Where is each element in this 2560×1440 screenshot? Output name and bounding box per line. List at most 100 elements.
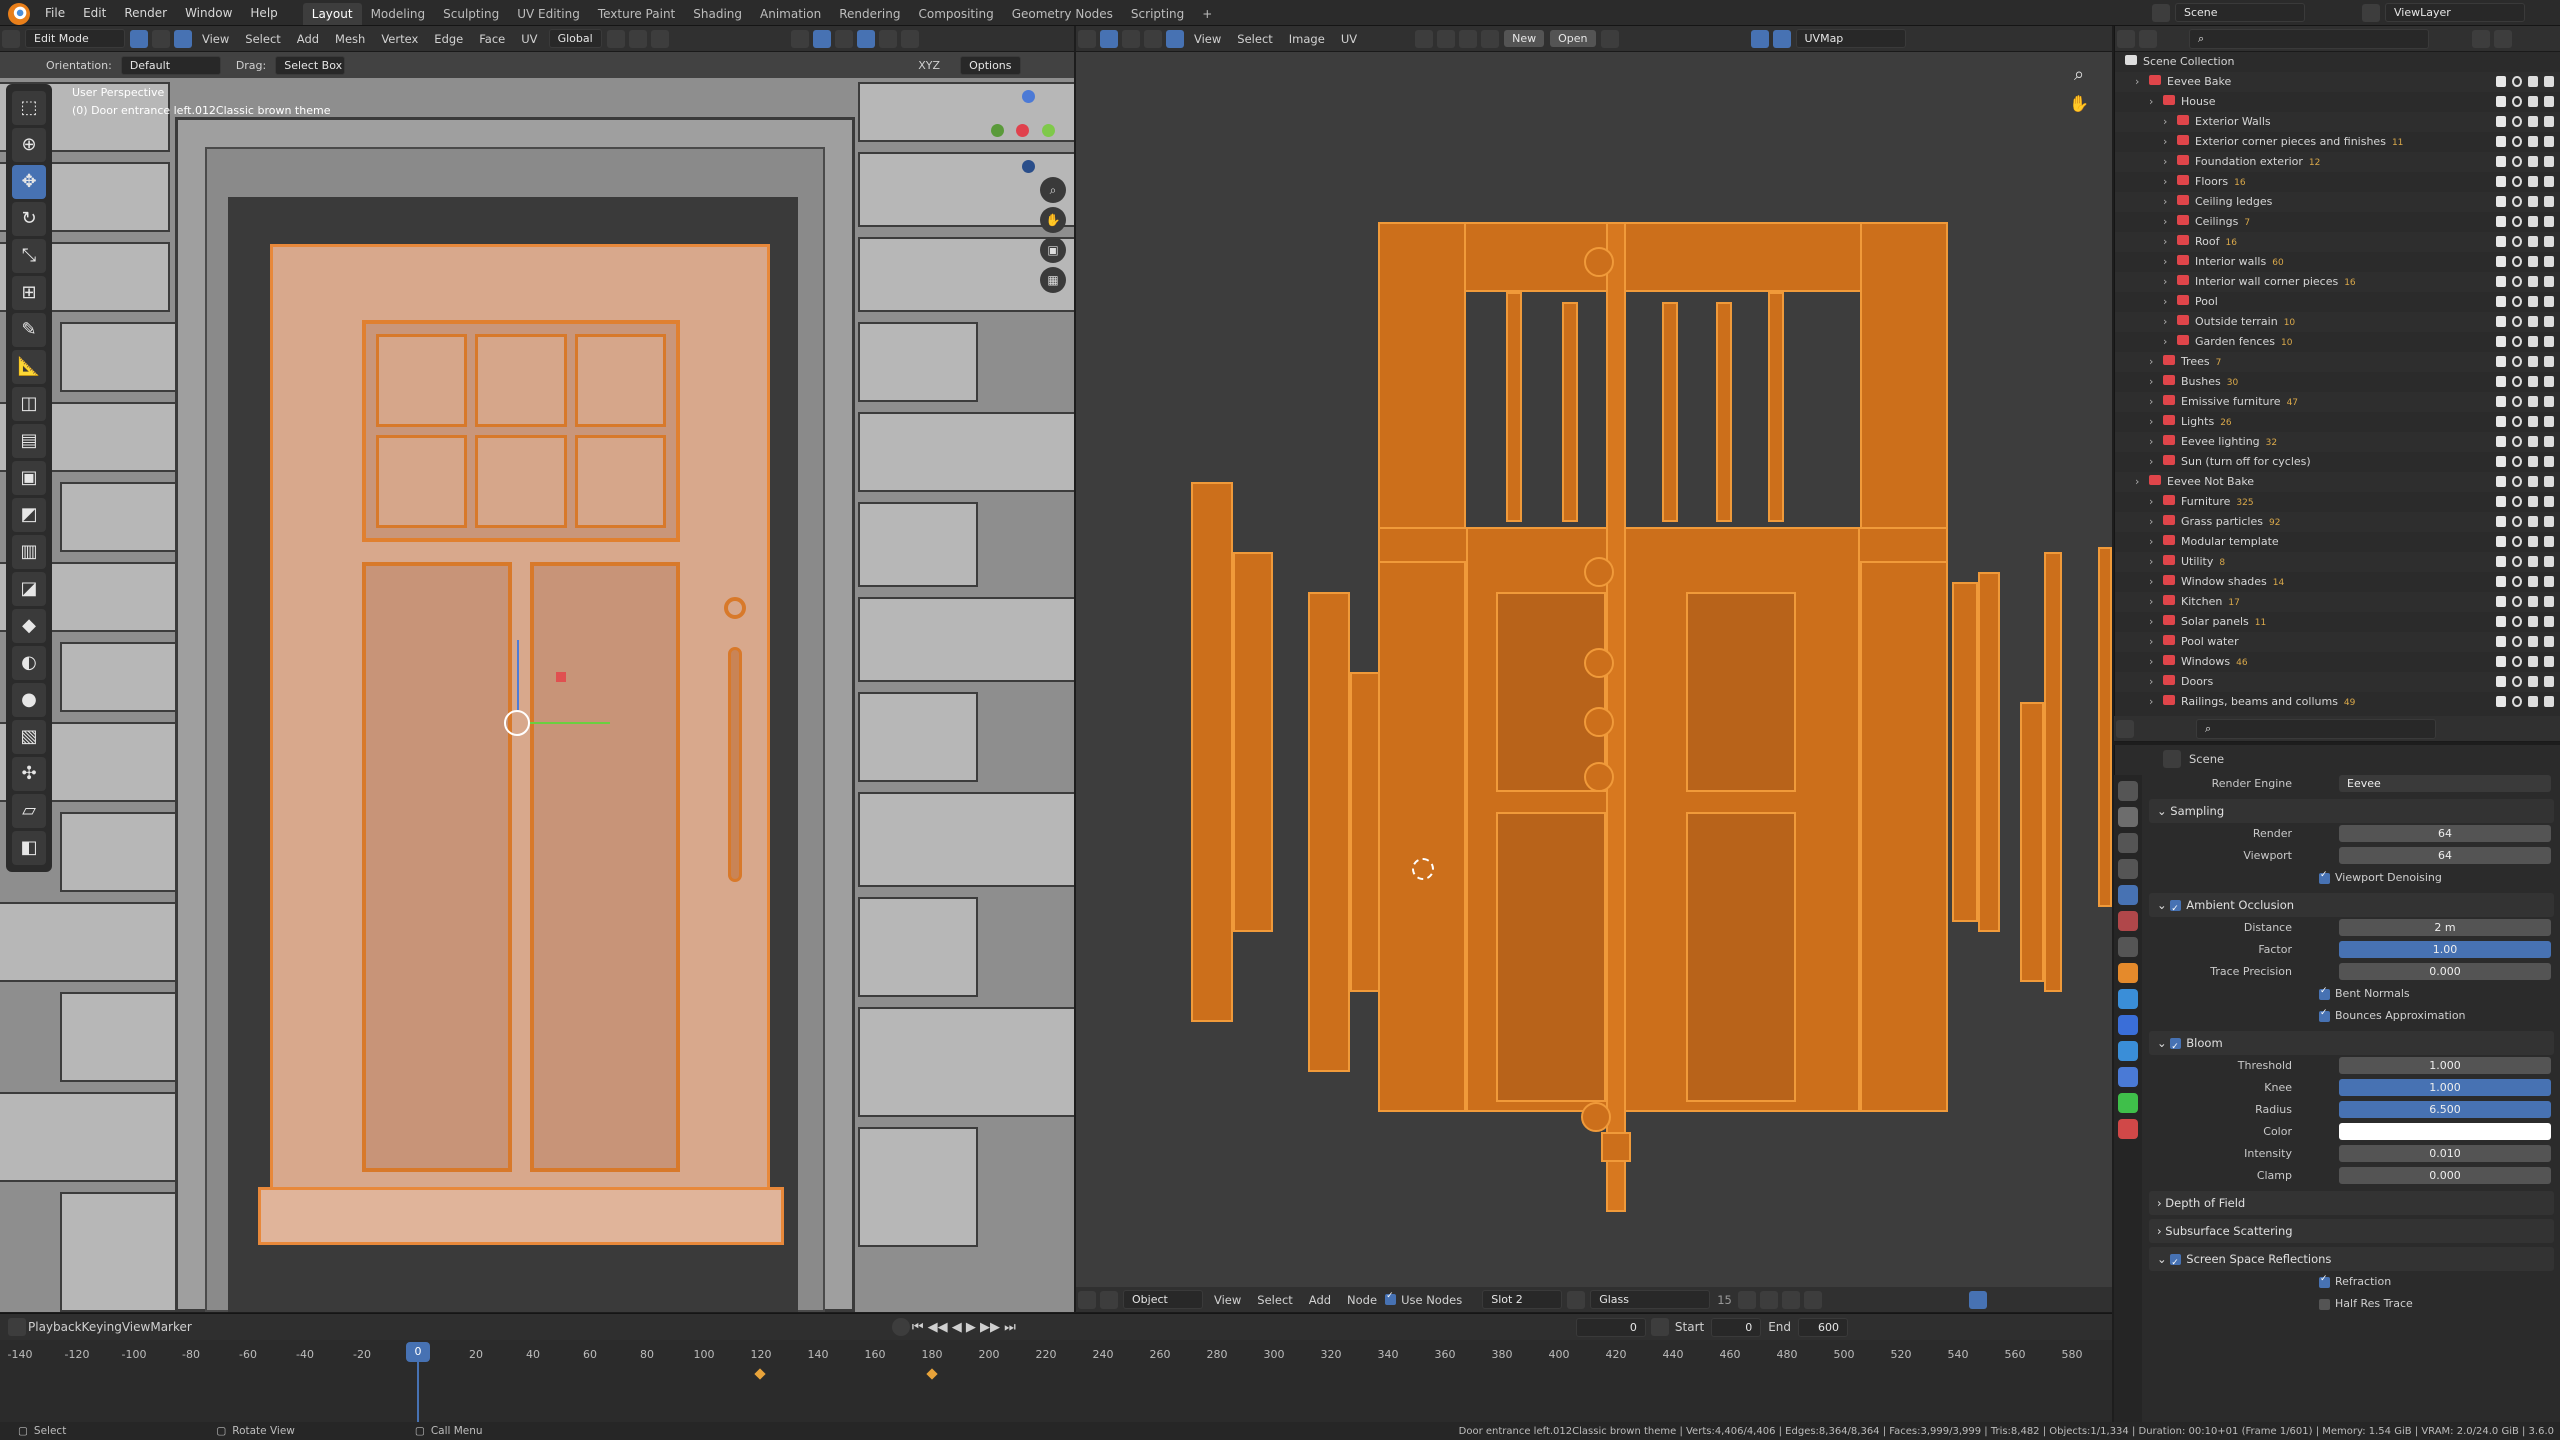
- expand-arrow-icon[interactable]: ›: [2149, 672, 2159, 692]
- zoom-icon[interactable]: ⌕: [1040, 177, 1066, 203]
- tab-geometry-nodes[interactable]: Geometry Nodes: [1003, 3, 1122, 25]
- node-overlay-icon[interactable]: [1968, 1290, 1987, 1309]
- measure-tool-icon[interactable]: 📐: [12, 350, 46, 384]
- visibility-eye-icon[interactable]: [2512, 356, 2522, 367]
- viewport-samples-field[interactable]: 64: [2339, 847, 2551, 864]
- uv-island[interactable]: [1378, 222, 1466, 1112]
- outliner-row[interactable]: › Emissive furniture 47: [2115, 392, 2560, 412]
- material-browse-icon[interactable]: [1567, 1290, 1586, 1309]
- view-layer-name[interactable]: ViewLayer: [2385, 3, 2525, 22]
- exclude-checkbox-icon[interactable]: [2496, 216, 2506, 227]
- collection-tab-icon[interactable]: [2118, 937, 2138, 957]
- outliner-row[interactable]: › Utility 8: [2115, 552, 2560, 572]
- exclude-checkbox-icon[interactable]: [2496, 276, 2506, 287]
- holdout-icon[interactable]: [2544, 416, 2554, 427]
- uv-island[interactable]: [1584, 762, 1614, 792]
- outliner-row[interactable]: › Furniture 325: [2115, 492, 2560, 512]
- render-camera-icon[interactable]: [2528, 596, 2538, 607]
- bloom-knee-slider[interactable]: 1.000: [2339, 1079, 2551, 1096]
- outliner-row[interactable]: › Trees 7: [2115, 352, 2560, 372]
- exclude-checkbox-icon[interactable]: [2496, 536, 2506, 547]
- world-tab-icon[interactable]: [2118, 911, 2138, 931]
- tab-animation[interactable]: Animation: [751, 3, 830, 25]
- render-camera-icon[interactable]: [2528, 176, 2538, 187]
- bloom-radius-slider[interactable]: 6.500: [2339, 1101, 2551, 1118]
- render-camera-icon[interactable]: [2528, 496, 2538, 507]
- view-layer-selector[interactable]: ViewLayer: [2360, 3, 2528, 22]
- render-camera-icon[interactable]: [2528, 196, 2538, 207]
- menu-view[interactable]: View: [194, 26, 237, 52]
- visibility-eye-icon[interactable]: [2512, 496, 2522, 507]
- data-tab-icon[interactable]: [2118, 1093, 2138, 1113]
- uvmap-selector[interactable]: UVMap: [1795, 29, 1906, 48]
- holdout-icon[interactable]: [2544, 676, 2554, 687]
- uv-island[interactable]: [1860, 222, 1948, 1112]
- viewport-denoising-row[interactable]: Viewport Denoising: [2149, 867, 2554, 889]
- expand-arrow-icon[interactable]: ›: [2149, 532, 2159, 552]
- orientation-dropdown[interactable]: Default: [120, 55, 221, 75]
- editor-type-icon[interactable]: [2116, 719, 2134, 738]
- scene-tab-icon[interactable]: [2118, 885, 2138, 905]
- rip-tool-icon[interactable]: ◧: [12, 831, 46, 865]
- uv-island[interactable]: [2020, 702, 2044, 982]
- exclude-checkbox-icon[interactable]: [2496, 616, 2506, 627]
- uv-sync-icon[interactable]: [1100, 29, 1118, 48]
- visibility-eye-icon[interactable]: [2512, 176, 2522, 187]
- sampling-panel-header[interactable]: ⌄ Sampling: [2149, 799, 2554, 823]
- holdout-icon[interactable]: [2544, 96, 2554, 107]
- editor-type-icon[interactable]: [1078, 29, 1096, 48]
- slot-dropdown[interactable]: Slot 2: [1482, 1290, 1563, 1309]
- bevel-tool-icon[interactable]: ◩: [12, 498, 46, 532]
- bloom-clamp-field[interactable]: 0.000: [2339, 1167, 2551, 1184]
- shading-solid-icon[interactable]: [856, 29, 875, 48]
- uv-island[interactable]: [1308, 592, 1350, 1072]
- half-res-row[interactable]: Half Res Trace: [2149, 1293, 2554, 1315]
- visibility-eye-icon[interactable]: [2512, 396, 2522, 407]
- gizmo-neg-y-icon[interactable]: [991, 124, 1004, 137]
- visibility-eye-icon[interactable]: [2512, 616, 2522, 627]
- exclude-checkbox-icon[interactable]: [2496, 96, 2506, 107]
- refraction-row[interactable]: Refraction: [2149, 1271, 2554, 1293]
- visibility-eye-icon[interactable]: [2512, 376, 2522, 387]
- node-menu-view[interactable]: View: [1206, 1287, 1249, 1313]
- exclude-checkbox-icon[interactable]: [2496, 416, 2506, 427]
- uv-island[interactable]: [1191, 482, 1233, 1022]
- unlink-material-icon[interactable]: [1781, 1290, 1800, 1309]
- node-menu-add[interactable]: Add: [1301, 1287, 1339, 1313]
- output-tab-icon[interactable]: [2118, 833, 2138, 853]
- expand-arrow-icon[interactable]: ›: [2163, 192, 2173, 212]
- tab-layout[interactable]: Layout: [302, 2, 362, 25]
- mirror-y[interactable]: Y: [926, 59, 933, 72]
- visibility-eye-icon[interactable]: [2512, 96, 2522, 107]
- gizmo-x-handle[interactable]: [556, 672, 566, 682]
- ao-precision-field[interactable]: 0.000: [2339, 963, 2551, 980]
- render-camera-icon[interactable]: [2528, 616, 2538, 627]
- object-tab-icon[interactable]: [2118, 963, 2138, 983]
- expand-arrow-icon[interactable]: ›: [2149, 592, 2159, 612]
- holdout-icon[interactable]: [2544, 136, 2554, 147]
- render-camera-icon[interactable]: [2528, 476, 2538, 487]
- expand-arrow-icon[interactable]: ›: [2149, 552, 2159, 572]
- exclude-checkbox-icon[interactable]: [2496, 556, 2506, 567]
- camera-view-icon[interactable]: ▣: [1040, 237, 1066, 263]
- tab-shading[interactable]: Shading: [684, 3, 751, 25]
- menu-add[interactable]: Add: [289, 26, 327, 52]
- 3d-viewport[interactable]: Orientation: Default Drag: Select Box X …: [0, 52, 1074, 1312]
- expand-arrow-icon[interactable]: ›: [2149, 612, 2159, 632]
- render-camera-icon[interactable]: [2528, 296, 2538, 307]
- pivot-icon[interactable]: [606, 29, 625, 48]
- holdout-icon[interactable]: [2544, 576, 2554, 587]
- visibility-eye-icon[interactable]: [2512, 256, 2522, 267]
- rotate-tool-icon[interactable]: ↻: [12, 202, 46, 236]
- expand-arrow-icon[interactable]: ›: [2149, 692, 2159, 712]
- edge-select-icon[interactable]: [152, 29, 170, 48]
- menu-face[interactable]: Face: [471, 26, 513, 52]
- outliner-row[interactable]: › Grass particles 92: [2115, 512, 2560, 532]
- add-workspace-icon[interactable]: +: [1193, 3, 1221, 25]
- expand-arrow-icon[interactable]: ›: [2149, 572, 2159, 592]
- select-box-tool-icon[interactable]: ⬚: [12, 91, 46, 125]
- tab-sculpting[interactable]: Sculpting: [434, 3, 508, 25]
- visibility-eye-icon[interactable]: [2512, 196, 2522, 207]
- shading-material-icon[interactable]: [878, 29, 897, 48]
- gizmo-y-icon[interactable]: [1042, 124, 1055, 137]
